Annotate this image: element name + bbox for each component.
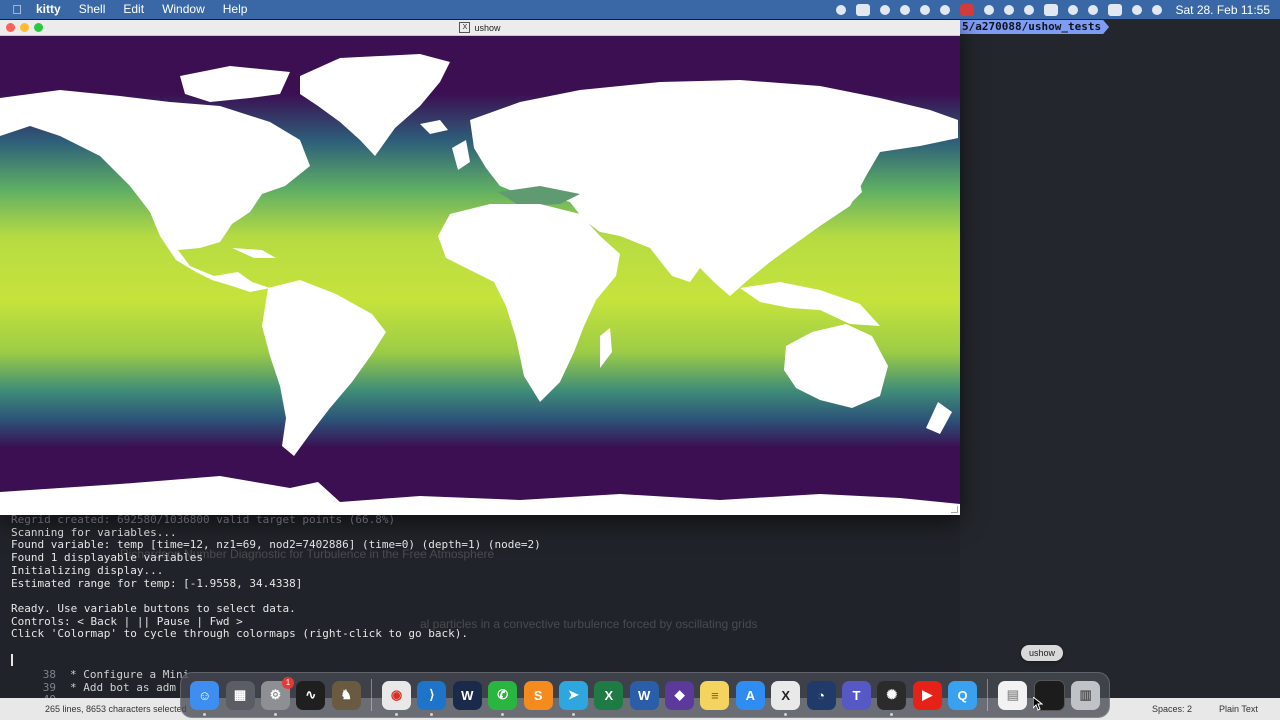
editor-line: * Configure a Mini [70, 668, 190, 681]
display-icon[interactable] [984, 4, 995, 15]
indent-setting[interactable]: Spaces: 2 [1152, 704, 1192, 714]
terminal-line: Found 1 displayable variables [11, 551, 204, 565]
cloud-icon[interactable] [880, 4, 891, 15]
menu-edit[interactable]: Edit [114, 0, 153, 19]
terminal-line: Initializing display... [11, 563, 164, 577]
window-controls [6, 23, 43, 32]
battery-red-icon[interactable] [960, 3, 975, 16]
terminal-line: Estimated range for temp: [-1.9558, 34.4… [11, 576, 303, 590]
menu-window[interactable]: Window [153, 0, 214, 19]
status-area: Sat 28. Feb 11:55 [831, 0, 1280, 19]
sound-icon[interactable] [1004, 4, 1015, 15]
temperature-map[interactable] [0, 36, 960, 515]
selection-status: 265 lines, 8653 characters selected [45, 704, 187, 714]
terminal-line: Controls: < Back | || Pause | Fwd > [11, 614, 243, 628]
ushow-window[interactable]: X ushow [0, 20, 960, 515]
menu-bar:  kitty Shell Edit Window Help Sat 28. F… [0, 0, 1280, 19]
menubar-datetime[interactable]: Sat 28. Feb 11:55 [1175, 3, 1270, 17]
stack-icon[interactable] [940, 4, 951, 15]
webex-icon[interactable]: W [452, 680, 482, 710]
finder-icon[interactable]: ☺ [190, 680, 220, 716]
menu-shell[interactable]: Shell [70, 0, 115, 19]
media-icon[interactable] [1044, 3, 1059, 16]
teams-icon[interactable]: T [841, 680, 871, 710]
running-indicator [203, 712, 207, 716]
whatsapp-icon[interactable]: ✆ [488, 680, 518, 716]
x11-icon: X [459, 22, 471, 33]
dock-separator [370, 679, 372, 711]
x11-app-icon[interactable]: X [771, 680, 801, 716]
keyboard-icon[interactable] [856, 3, 871, 16]
input-source-icon[interactable] [1108, 3, 1123, 16]
running-indicator [273, 712, 277, 716]
terminal-output: Regrid created: 692580/1036800 valid tar… [11, 513, 951, 666]
clock-icon[interactable] [1024, 4, 1035, 15]
resize-grip[interactable] [951, 506, 958, 513]
line-number: 38 [42, 668, 56, 681]
leaf-icon[interactable] [900, 4, 911, 15]
running-indicator [430, 712, 434, 716]
vscode-icon[interactable]: ⟩ [417, 680, 447, 716]
dock-tooltip: ushow [1021, 645, 1064, 661]
mouse-pointer-icon [1033, 697, 1043, 711]
excel-icon[interactable]: X [594, 680, 624, 710]
control-center-icon[interactable] [1152, 4, 1163, 15]
sublime-icon[interactable]: S [523, 680, 553, 710]
trash-icon[interactable]: ▥ [1071, 680, 1101, 710]
timemachine-icon[interactable] [1068, 4, 1079, 15]
word-icon[interactable]: W [629, 680, 659, 710]
running-indicator [571, 712, 575, 716]
chatgpt-icon[interactable]: ✺ [877, 680, 907, 716]
wifi-icon[interactable] [1088, 4, 1099, 15]
obsidian-icon[interactable]: ◆ [665, 680, 695, 710]
dock: ☺ ▦ ⚙ 1 ∿ ♞ ◉ ⟩ W ✆ S ➤ X W ◆ ≡ A X ◔ T ✺… [180, 672, 1110, 718]
calculator-icon[interactable]: ▦ [225, 680, 255, 710]
running-indicator [890, 712, 894, 716]
record-icon[interactable] [836, 4, 847, 15]
terminal-line: Click 'Colormap' to cycle through colorm… [11, 627, 468, 641]
quicktime-icon[interactable]: Q [948, 680, 978, 710]
youtube-icon[interactable]: ▶ [912, 680, 942, 710]
notification-badge: 1 [281, 676, 294, 689]
search-icon[interactable] [1132, 4, 1143, 15]
editor-line: * Add bot as adm [70, 680, 176, 694]
world-map-svg [0, 36, 960, 515]
apple-menu-icon[interactable]:  [0, 2, 34, 17]
ushow-window-title: ushow [474, 22, 501, 33]
menu-app-name[interactable]: kitty [34, 0, 70, 19]
menu-help[interactable]: Help [214, 0, 257, 19]
terminal-right-pane [960, 19, 1280, 702]
activity-monitor-icon[interactable]: ∿ [296, 680, 326, 710]
network-icon[interactable] [920, 4, 931, 15]
running-indicator [784, 712, 788, 716]
close-button[interactable] [6, 23, 15, 32]
terminal-line: Found variable: temp [time=12, nz1=69, n… [11, 538, 541, 552]
minimize-button[interactable] [20, 23, 29, 32]
running-indicator [395, 712, 399, 716]
running-indicator [501, 712, 505, 716]
terminal-cursor [11, 653, 13, 666]
ushow-titlebar[interactable]: X ushow [0, 20, 960, 36]
terminal-line: Scanning for variables... [11, 525, 177, 539]
gimp-icon[interactable]: ♞ [331, 680, 361, 710]
document-icon[interactable]: ▤ [998, 680, 1028, 710]
system-settings-icon[interactable]: ⚙ 1 [260, 676, 294, 716]
chrome-icon[interactable]: ◉ [382, 680, 412, 716]
clock-app-icon[interactable]: ◔ [806, 680, 836, 710]
zoom-button[interactable] [34, 23, 43, 32]
app-store-icon[interactable]: A [735, 680, 765, 710]
telegram-icon[interactable]: ➤ [558, 680, 588, 716]
syntax-mode[interactable]: Plain Text [1219, 704, 1258, 714]
dock-separator [987, 679, 989, 711]
prompt-path: 5/a270088/ushow_tests [960, 20, 1110, 34]
notes-icon[interactable]: ≡ [700, 680, 730, 710]
terminal-line: Ready. Use variable buttons to select da… [11, 601, 296, 615]
